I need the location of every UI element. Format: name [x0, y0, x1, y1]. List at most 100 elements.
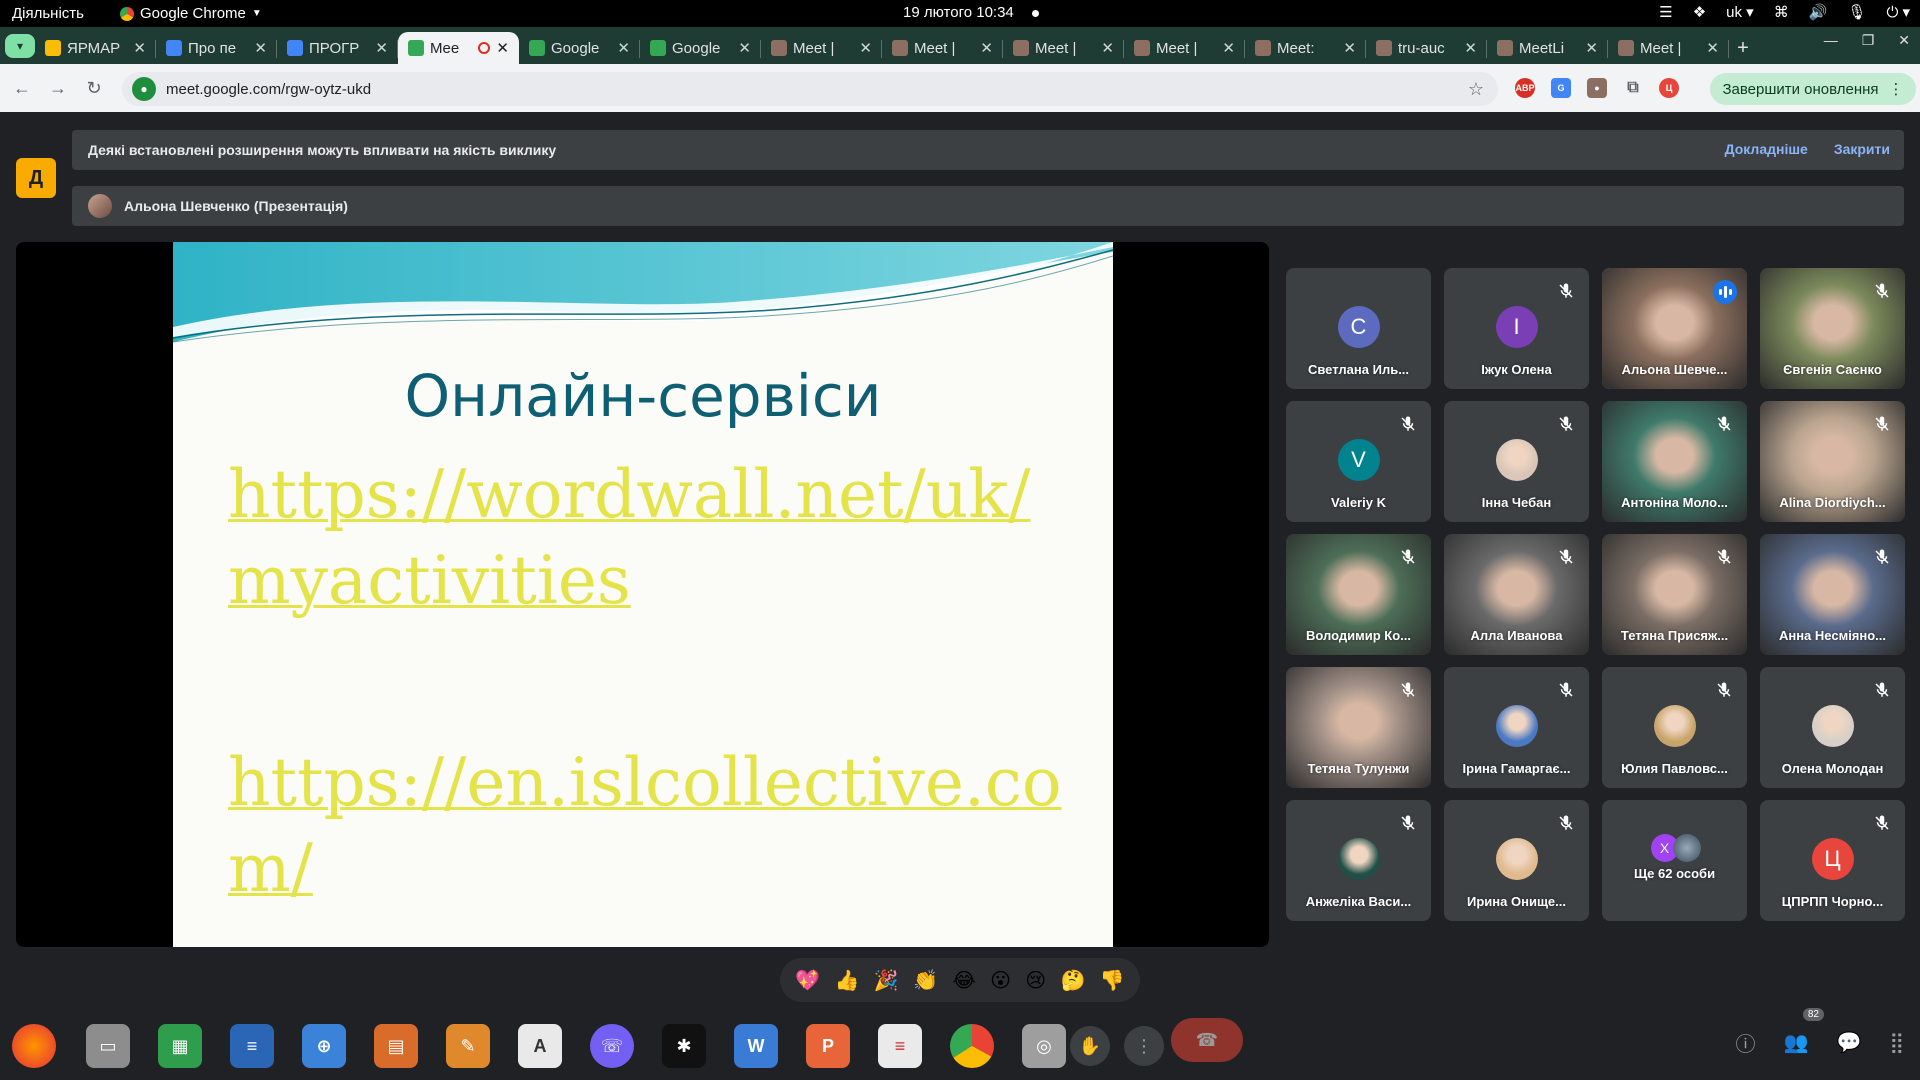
participant-tile[interactable]: Інна Чебан: [1444, 401, 1589, 522]
close-window-icon[interactable]: ✕: [1898, 32, 1910, 49]
firefox-icon[interactable]: [12, 1024, 56, 1068]
participant-tile[interactable]: Тетяна Тулунжи: [1286, 667, 1431, 788]
participant-tile[interactable]: Антоніна Моло...: [1602, 401, 1747, 522]
network-icon[interactable]: ⌘: [1774, 3, 1789, 21]
wps-presentation-icon[interactable]: P: [806, 1024, 850, 1068]
close-tab-icon[interactable]: ✕: [496, 39, 509, 57]
minimize-icon[interactable]: —: [1824, 32, 1838, 49]
participant-tile[interactable]: C Светлана Иль...: [1286, 268, 1431, 389]
participant-tile[interactable]: Х Ще 62 особи: [1602, 800, 1747, 921]
site-info-icon[interactable]: ●: [132, 77, 156, 101]
close-tab-icon[interactable]: ✕: [617, 39, 630, 57]
browser-tab[interactable]: Mee ✕: [398, 32, 519, 64]
close-tab-icon[interactable]: ✕: [859, 39, 872, 57]
participant-tile[interactable]: Юлия Павловс...: [1602, 667, 1747, 788]
participant-tile[interactable]: V Valeriy K: [1286, 401, 1431, 522]
wps-writer-icon[interactable]: W: [734, 1024, 778, 1068]
participant-tile[interactable]: Володимир Ко...: [1286, 534, 1431, 655]
participant-tile[interactable]: Ірина Гамаргає...: [1444, 667, 1589, 788]
adblock-icon[interactable]: ABP: [1515, 78, 1535, 98]
reaction-emoji[interactable]: 👍: [834, 968, 859, 993]
browser-tab[interactable]: MeetLi ✕: [1487, 32, 1608, 64]
video-editor-icon[interactable]: ✱: [662, 1024, 706, 1068]
system-tray[interactable]: ☰ ❖ uk ▾ ⌘ 🔊 🎙 ⏻ ▾: [1659, 3, 1910, 21]
close-tab-icon[interactable]: ✕: [254, 39, 267, 57]
profile-avatar[interactable]: Ц: [1659, 78, 1679, 98]
reaction-emoji[interactable]: 💖: [795, 968, 820, 993]
finish-update-button[interactable]: Завершити оновлення ⋮: [1710, 73, 1916, 105]
new-tab-button[interactable]: +: [1729, 32, 1757, 64]
tab-search-button[interactable]: ▾: [5, 34, 35, 58]
participant-tile[interactable]: Алла Иванова: [1444, 534, 1589, 655]
microphone-icon[interactable]: 🎙: [1847, 3, 1866, 21]
bookmark-star-icon[interactable]: ☆: [1468, 79, 1484, 100]
browser-tab[interactable]: Meet | ✕: [761, 32, 882, 64]
people-icon[interactable]: 👥: [1784, 1030, 1809, 1055]
volume-icon[interactable]: 🔊: [1809, 3, 1828, 21]
reaction-emoji[interactable]: 👎: [1100, 968, 1125, 993]
reaction-emoji[interactable]: 👏: [913, 968, 938, 993]
back-icon[interactable]: ←: [4, 78, 40, 99]
close-tab-icon[interactable]: ✕: [133, 39, 146, 57]
info-icon[interactable]: ⓘ: [1736, 1028, 1756, 1057]
close-warning-button[interactable]: Закрити: [1834, 141, 1890, 157]
participant-tile[interactable]: Ирина Онище...: [1444, 800, 1589, 921]
draw-icon[interactable]: ✎: [446, 1024, 490, 1068]
close-tab-icon[interactable]: ✕: [1343, 39, 1356, 57]
browser-tab[interactable]: Meet | ✕: [1003, 32, 1124, 64]
reaction-emoji[interactable]: 😢: [1025, 968, 1046, 993]
menu-icon[interactable]: ☰: [1659, 3, 1672, 21]
presentation-stage[interactable]: Онлайн-сервіси https://wordwall.net/uk/m…: [16, 242, 1269, 947]
browser-tab[interactable]: Meet | ✕: [1608, 32, 1729, 64]
address-bar[interactable]: ● meet.google.com/rgw-oytz-ukd ☆: [122, 72, 1498, 106]
participant-tile[interactable]: Альона Шевче...: [1602, 268, 1747, 389]
browser-tab[interactable]: Meet | ✕: [882, 32, 1003, 64]
reload-icon[interactable]: ↻: [76, 78, 112, 99]
browser-tab[interactable]: tru-auc ✕: [1366, 32, 1487, 64]
browser-tab[interactable]: ПРОГР ✕: [277, 32, 398, 64]
close-tab-icon[interactable]: ✕: [1222, 39, 1235, 57]
browser-tab[interactable]: Google ✕: [640, 32, 761, 64]
participant-tile[interactable]: Олена Молодан: [1760, 667, 1905, 788]
browser-tab[interactable]: ЯРМАР ✕: [35, 32, 156, 64]
close-tab-icon[interactable]: ✕: [738, 39, 751, 57]
viber-icon[interactable]: ☏: [590, 1024, 634, 1068]
translate-icon[interactable]: G: [1551, 78, 1571, 98]
clock[interactable]: 19 лютого 10:34: [903, 4, 1039, 21]
meet-extension-icon[interactable]: ●: [1587, 78, 1607, 98]
more-options-button[interactable]: ⋮: [1124, 1026, 1164, 1066]
participant-tile[interactable]: I Іжук Олена: [1444, 268, 1589, 389]
participant-tile[interactable]: Анна Несміяно...: [1760, 534, 1905, 655]
files-icon[interactable]: ▭: [86, 1024, 130, 1068]
chat-icon[interactable]: 💬: [1836, 1030, 1861, 1055]
islcollective-link[interactable]: https://en.islcollective.com/: [228, 740, 1088, 912]
close-tab-icon[interactable]: ✕: [1706, 39, 1719, 57]
reaction-emoji[interactable]: 😂: [952, 968, 975, 993]
leave-call-button[interactable]: ☎: [1171, 1018, 1243, 1062]
participant-tile[interactable]: Анжеліка Васи...: [1286, 800, 1431, 921]
restore-icon[interactable]: ❐: [1862, 32, 1875, 49]
writer-icon[interactable]: ≡: [230, 1024, 274, 1068]
participant-tile[interactable]: Ц ЦПРПП Чорно...: [1760, 800, 1905, 921]
forward-icon[interactable]: →: [40, 78, 76, 99]
power-icon[interactable]: ⏻ ▾: [1886, 3, 1910, 21]
close-tab-icon[interactable]: ✕: [1585, 39, 1598, 57]
app-menu[interactable]: Google Chrome ▼: [120, 5, 262, 22]
browser-tab[interactable]: Про пе ✕: [156, 32, 277, 64]
impress-icon[interactable]: ▤: [374, 1024, 418, 1068]
url-text[interactable]: meet.google.com/rgw-oytz-ukd: [166, 81, 371, 98]
participant-tile[interactable]: Тетяна Присяж...: [1602, 534, 1747, 655]
raise-hand-button[interactable]: ✋: [1070, 1026, 1110, 1066]
document-viewer-icon[interactable]: ≡: [878, 1024, 922, 1068]
font-viewer-icon[interactable]: A: [518, 1024, 562, 1068]
close-tab-icon[interactable]: ✕: [1101, 39, 1114, 57]
browser-tab[interactable]: Meet: ✕: [1245, 32, 1366, 64]
screenshot-icon[interactable]: ◎: [1022, 1024, 1066, 1068]
close-tab-icon[interactable]: ✕: [980, 39, 993, 57]
dropbox-icon[interactable]: ❖: [1693, 3, 1706, 21]
reaction-emoji[interactable]: 😮: [990, 968, 1011, 993]
side-panel-logo[interactable]: Д: [16, 158, 56, 198]
close-tab-icon[interactable]: ✕: [375, 39, 388, 57]
wordwall-link[interactable]: https://wordwall.net/uk/myactivities: [228, 452, 1088, 624]
puzzle-icon[interactable]: ⧉: [1623, 78, 1643, 98]
